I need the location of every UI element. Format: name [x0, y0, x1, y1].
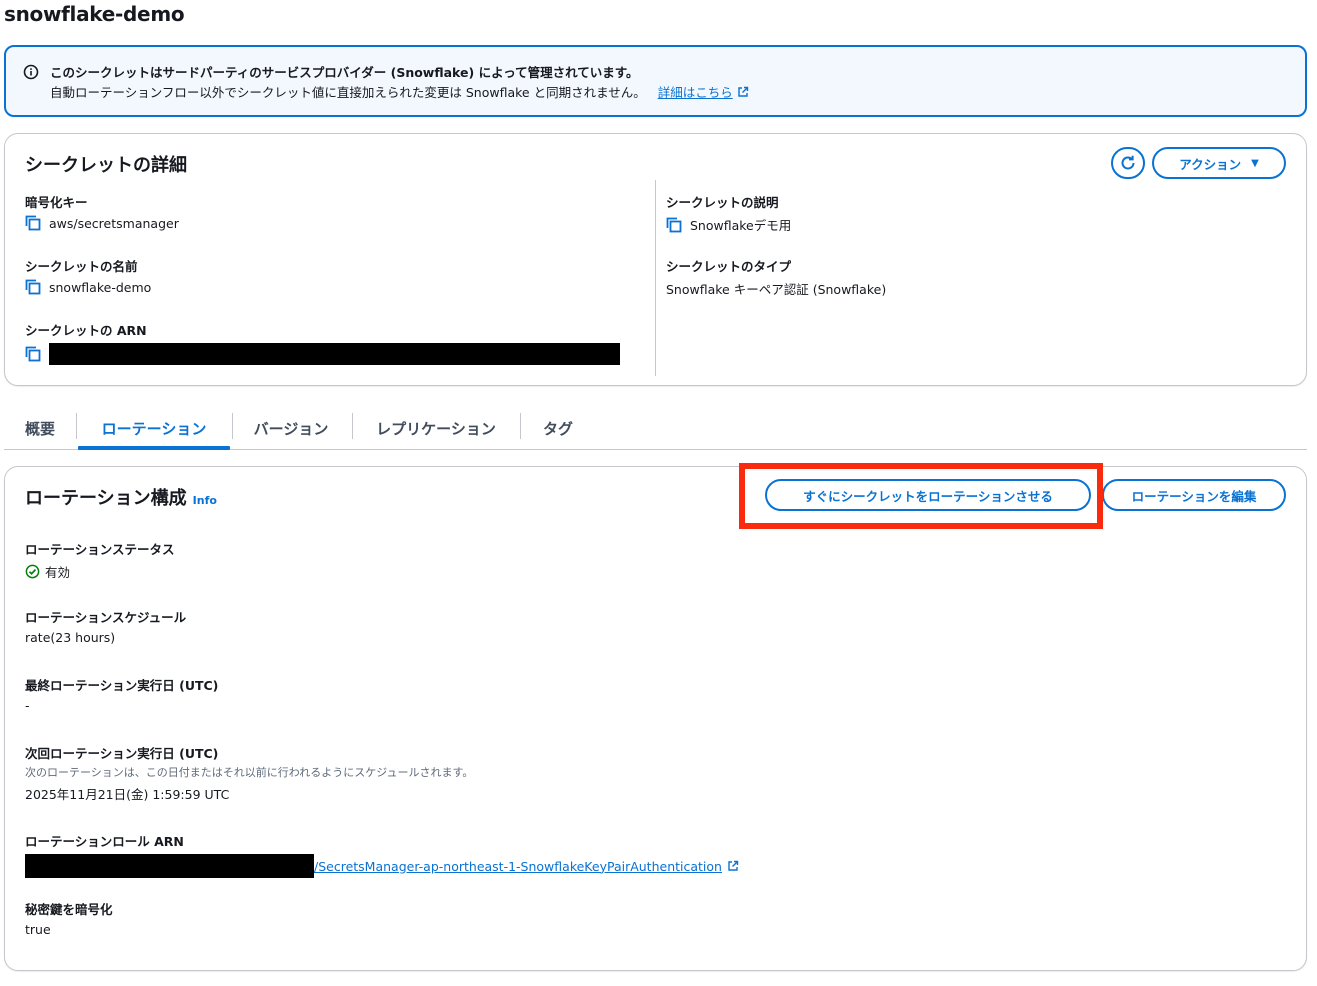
secret-name-field: シークレットの名前 snowflake-demo — [25, 256, 151, 295]
caret-down-icon: ▼ — [1251, 157, 1259, 169]
rotation-config-header: ローテーション構成 Info — [25, 484, 217, 510]
secret-description-value: Snowflakeデモ用 — [690, 218, 792, 233]
last-rotated-value: - — [25, 698, 30, 713]
check-circle-icon — [25, 564, 40, 579]
tab-divider — [232, 413, 233, 439]
secret-name-label: シークレットの名前 — [25, 259, 138, 274]
encrypt-private-key-value: true — [25, 922, 51, 937]
info-alert: このシークレットはサードパーティのサービスプロバイダー (Snowflake) … — [4, 45, 1307, 117]
alert-body: 自動ローテーションフロー以外でシークレット値に直接加えられた変更は Snowfl… — [50, 82, 749, 101]
rotation-status-field: ローテーションステータス 有効 — [25, 539, 175, 581]
secret-arn-label: シークレットの ARN — [25, 323, 147, 338]
column-divider — [655, 180, 656, 376]
page-title: snowflake-demo — [4, 2, 185, 26]
secret-type-field: シークレットのタイプ Snowflake キーペア認証 (Snowflake) — [666, 256, 886, 298]
rotation-status-label: ローテーションステータス — [25, 542, 175, 557]
encryption-key-label: 暗号化キー — [25, 195, 88, 210]
copy-icon[interactable] — [25, 215, 41, 231]
next-rotation-label: 次回ローテーション実行日 (UTC) — [25, 746, 219, 761]
secret-description-field: シークレットの説明 Snowflakeデモ用 — [666, 192, 791, 234]
tab-divider — [520, 413, 521, 439]
redacted-arn — [49, 343, 620, 365]
alert-message: 自動ローテーションフロー以外でシークレット値に直接加えられた変更は Snowfl… — [50, 85, 646, 100]
refresh-button[interactable] — [1111, 147, 1145, 179]
next-rotation-note: 次のローテーションは、この日付またはそれ以前に行われるようにスケジュールされます… — [25, 766, 474, 779]
rotation-schedule-value: rate(23 hours) — [25, 630, 116, 645]
secret-details-header: シークレットの詳細 — [25, 155, 187, 176]
secret-description-label: シークレットの説明 — [666, 195, 779, 210]
rotate-secret-now-button[interactable]: すぐにシークレットをローテーションさせる — [765, 479, 1091, 511]
rotation-schedule-label: ローテーションスケジュール — [25, 610, 187, 625]
encrypt-private-key-label: 秘密鍵を暗号化 — [25, 902, 113, 917]
info-link[interactable]: Info — [193, 494, 217, 507]
external-link-icon — [738, 86, 748, 97]
redacted-role-arn — [25, 854, 314, 878]
last-rotated-label: 最終ローテーション実行日 (UTC) — [25, 678, 219, 693]
edit-rotation-button[interactable]: ローテーションを編集 — [1102, 479, 1286, 511]
encrypt-private-key-field: 秘密鍵を暗号化 true — [25, 899, 113, 937]
tab-replication[interactable]: レプリケーション — [360, 408, 512, 448]
rotation-config-card: ローテーション構成 Info すぐにシークレットをローテーションさせる ローテーシ… — [4, 466, 1307, 971]
actions-label: アクション — [1179, 156, 1242, 172]
copy-icon[interactable] — [25, 279, 41, 295]
tab-rotation[interactable]: ローテーション — [78, 408, 230, 450]
alert-title: このシークレットはサードパーティのサービスプロバイダー (Snowflake) … — [50, 65, 639, 80]
secret-type-label: シークレットのタイプ — [666, 259, 792, 274]
external-link-icon — [728, 860, 739, 871]
tab-tags[interactable]: タグ — [528, 408, 588, 448]
refresh-icon — [1121, 155, 1135, 170]
tab-versions[interactable]: バージョン — [240, 408, 342, 448]
info-circle-icon — [23, 64, 39, 80]
tab-overview[interactable]: 概要 — [14, 408, 66, 448]
rotation-role-link[interactable]: /SecretsManager-ap-northeast-1-Snowflake… — [314, 859, 739, 874]
rotation-role-arn-field: ローテーションロール ARN /SecretsManager-ap-northe… — [25, 831, 739, 878]
tab-bar: 概要 ローテーション バージョン レプリケーション タグ — [4, 408, 1307, 450]
copy-icon[interactable] — [666, 217, 682, 233]
actions-dropdown-button[interactable]: アクション ▼ — [1152, 147, 1286, 179]
tab-divider — [352, 413, 353, 439]
secret-name-value: snowflake-demo — [49, 279, 152, 295]
secret-arn-field: シークレットの ARN — [25, 320, 620, 365]
rotation-status-value: 有効 — [45, 565, 71, 580]
secret-type-value: Snowflake キーペア認証 (Snowflake) — [666, 282, 887, 297]
rotation-config-title: ローテーション構成 — [25, 488, 187, 509]
rotation-role-arn-label: ローテーションロール ARN — [25, 834, 184, 849]
learn-more-link[interactable]: 詳細はこちら — [658, 85, 749, 100]
secret-details-card: シークレットの詳細 アクション ▼ 暗号化キー aws/secretsmanag… — [4, 133, 1307, 386]
next-rotation-field: 次回ローテーション実行日 (UTC) 次のローテーションは、この日付またはそれ以… — [25, 743, 473, 803]
last-rotated-field: 最終ローテーション実行日 (UTC) - — [25, 675, 218, 713]
encryption-key-value: aws/secretsmanager — [49, 215, 179, 231]
next-rotation-value: 2025年11月21日(金) 1:59:59 UTC — [25, 787, 230, 802]
encryption-key-field: 暗号化キー aws/secretsmanager — [25, 192, 179, 231]
rotation-schedule-field: ローテーションスケジュール rate(23 hours) — [25, 607, 186, 645]
tab-divider — [76, 413, 77, 439]
copy-icon[interactable] — [25, 346, 41, 362]
